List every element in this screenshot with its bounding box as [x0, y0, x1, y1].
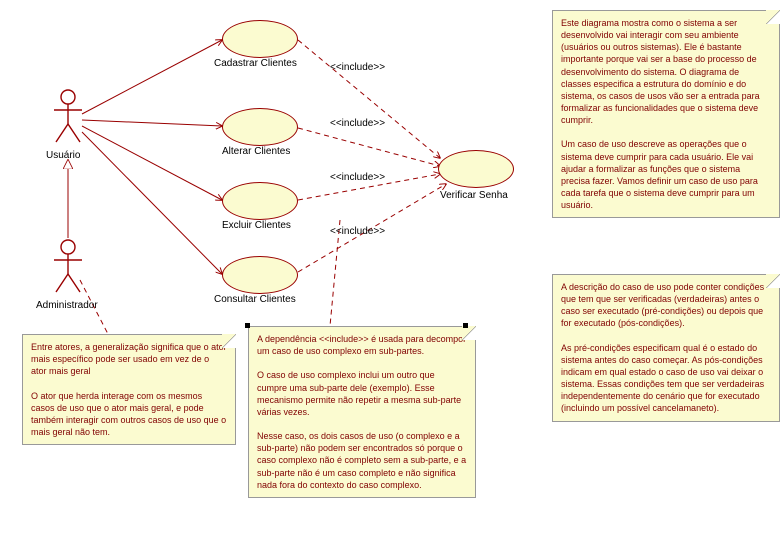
note-fold-icon — [766, 10, 780, 24]
note-text: A dependência <<include>> é usada para d… — [257, 334, 466, 490]
usecase-cadastrar-label: Cadastrar Clientes — [214, 58, 297, 69]
selection-handle[interactable] — [463, 323, 468, 328]
usecase-verificar[interactable] — [438, 150, 514, 188]
usecase-cadastrar[interactable] — [222, 20, 298, 58]
note-text: Entre atores, a generalização significa … — [31, 342, 227, 437]
usecase-consultar[interactable] — [222, 256, 298, 294]
note-fold-icon — [766, 274, 780, 288]
note-top-right[interactable]: Este diagrama mostra como o sistema a se… — [552, 10, 780, 218]
usecase-excluir-label: Excluir Clientes — [222, 220, 291, 231]
include-label-1: <<include>> — [330, 62, 385, 73]
usecase-excluir[interactable] — [222, 182, 298, 220]
usecase-consultar-label: Consultar Clientes — [214, 294, 296, 305]
usecase-verificar-label: Verificar Senha — [440, 190, 508, 201]
diagram-canvas: Usuário Administrador Cadastrar Clientes… — [0, 0, 781, 546]
note-left[interactable]: Entre atores, a generalização significa … — [22, 334, 236, 445]
selection-handle[interactable] — [245, 323, 250, 328]
actor-admin[interactable] — [50, 238, 86, 294]
actor-admin-label: Administrador — [36, 300, 98, 311]
note-center[interactable]: A dependência <<include>> é usada para d… — [248, 326, 476, 498]
usecase-alterar-label: Alterar Clientes — [222, 146, 290, 157]
note-text: A descrição do caso de uso pode conter c… — [561, 282, 764, 413]
usecase-alterar[interactable] — [222, 108, 298, 146]
actor-user-label: Usuário — [46, 150, 80, 161]
include-label-2: <<include>> — [330, 118, 385, 129]
actor-user[interactable] — [50, 88, 86, 144]
note-fold-icon — [222, 334, 236, 348]
note-text: Este diagrama mostra como o sistema a se… — [561, 18, 760, 210]
include-label-3: <<include>> — [330, 172, 385, 183]
note-bottom-right[interactable]: A descrição do caso de uso pode conter c… — [552, 274, 780, 422]
include-label-4: <<include>> — [330, 226, 385, 237]
note-fold-icon — [462, 326, 476, 340]
